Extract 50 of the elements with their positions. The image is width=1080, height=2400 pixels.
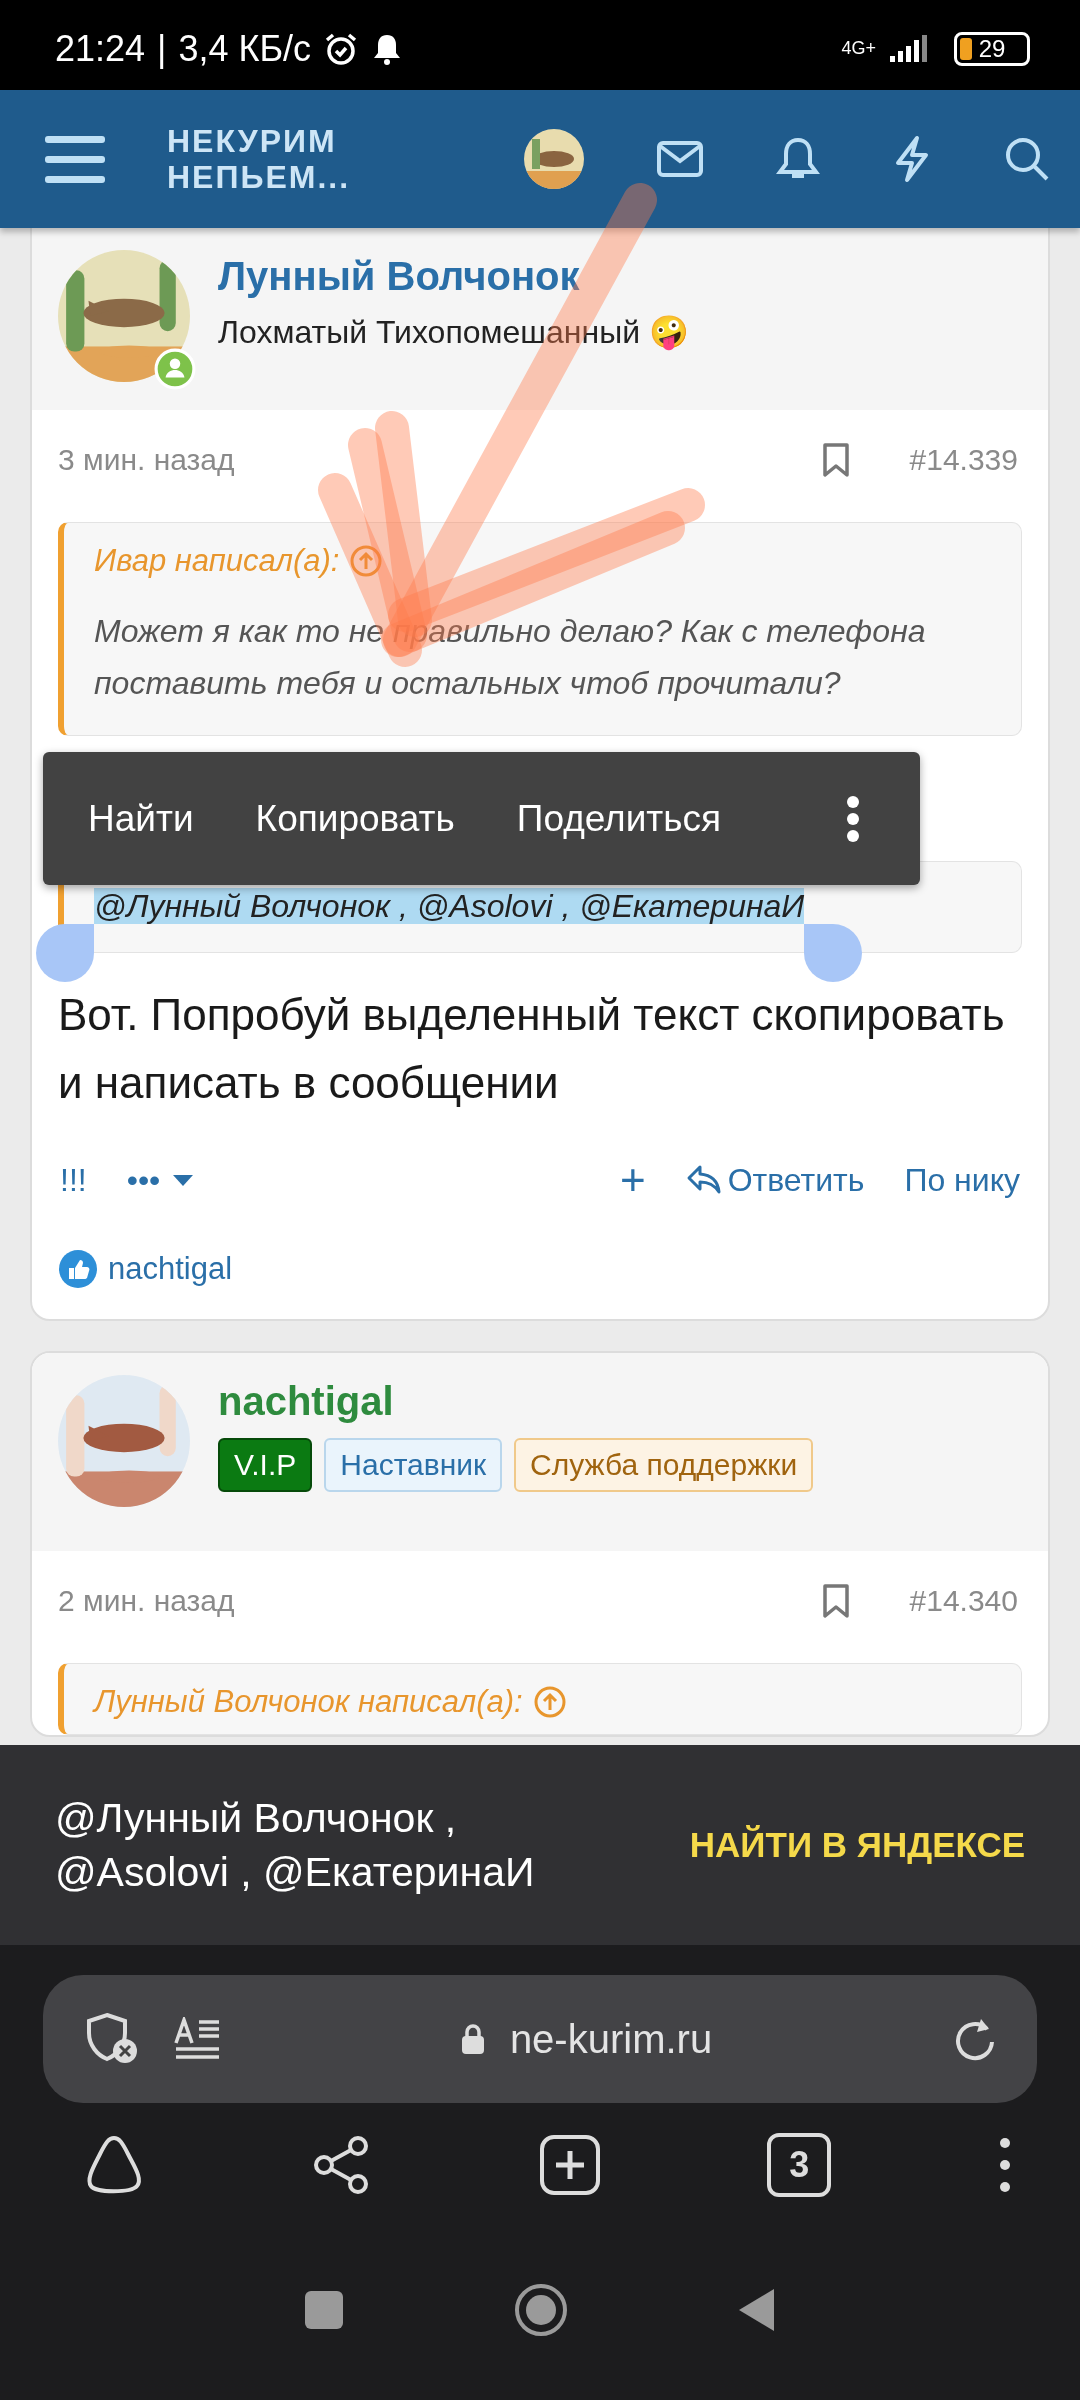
network-type: 4G+ <box>841 38 876 59</box>
post-text: Вот. Попробуй выделенный текст скопировать и написать в сообщении <box>57 989 1006 1109</box>
post-time[interactable]: 3 мин. назад <box>58 443 235 477</box>
bookmark-icon[interactable] <box>821 442 850 478</box>
post-number[interactable]: #14.340 <box>909 1584 1018 1618</box>
reader-mode-icon[interactable] <box>173 2017 221 2061</box>
bookmark-icon[interactable] <box>821 1583 850 1619</box>
signal-icon <box>888 34 928 64</box>
menu-item[interactable]: Поделиться <box>516 797 722 840</box>
caret-icon <box>172 1173 195 1187</box>
user-title: Лохматый Тихопомешанный 🤪 <box>218 313 689 351</box>
action-link[interactable]: По нику <box>904 1161 1020 1199</box>
online-status-icon <box>154 348 196 390</box>
home-button-icon[interactable] <box>514 2283 568 2337</box>
separator: | <box>157 28 167 70</box>
reply-link[interactable]: Ответить <box>685 1161 865 1199</box>
network-speed: 3,4 КБ/с <box>178 28 312 70</box>
search-icon[interactable] <box>1004 136 1050 182</box>
add-button[interactable]: + <box>619 1155 646 1205</box>
action-link[interactable]: !!! <box>60 1161 87 1199</box>
user-badge: V.I.P <box>218 1438 313 1492</box>
more-icon[interactable] <box>846 794 860 843</box>
lock-icon <box>459 2023 486 2055</box>
more-menu[interactable]: ••• <box>126 1161 195 1199</box>
post-number[interactable]: #14.339 <box>909 443 1018 477</box>
tabs-button[interactable]: 3 <box>767 2133 832 2197</box>
address-bar[interactable]: ne-kurim.ru <box>43 1975 1037 2103</box>
search-button[interactable]: НАЙТИ В ЯНДЕКСЕ <box>689 1825 1025 1865</box>
selected-text: @Лунный Волчонок , @Asolovi , @ЕкатеринаИ <box>55 1794 536 1897</box>
user-badge: Служба поддержки <box>514 1438 814 1492</box>
author-name[interactable]: nachtigal <box>218 1379 814 1424</box>
reply-icon <box>685 1164 722 1196</box>
site-logo[interactable]: НЕКУРИМ НЕПЬЕМ... <box>167 123 351 195</box>
menu-icon[interactable] <box>45 134 105 184</box>
menu-item[interactable]: Найти <box>88 797 194 840</box>
mail-icon[interactable] <box>656 140 704 178</box>
reaction-user[interactable]: nachtigal <box>108 1251 233 1287</box>
back-icon[interactable] <box>738 2288 776 2332</box>
post-time[interactable]: 2 мин. назад <box>58 1584 235 1618</box>
recents-icon[interactable] <box>304 2290 344 2330</box>
battery-indicator: 29 <box>954 32 1030 66</box>
menu-item[interactable]: Копировать <box>255 797 455 840</box>
author-name[interactable]: Лунный Волчонок <box>218 254 689 299</box>
more-icon[interactable] <box>998 2135 1012 2195</box>
status-time: 21:24 <box>55 28 146 70</box>
selection-handle[interactable] <box>36 924 94 982</box>
user-badge: Наставник <box>324 1438 503 1492</box>
like-icon <box>58 1249 98 1289</box>
url-text[interactable]: ne-kurim.ru <box>509 2016 713 2062</box>
new-tab-icon[interactable] <box>538 2134 601 2196</box>
